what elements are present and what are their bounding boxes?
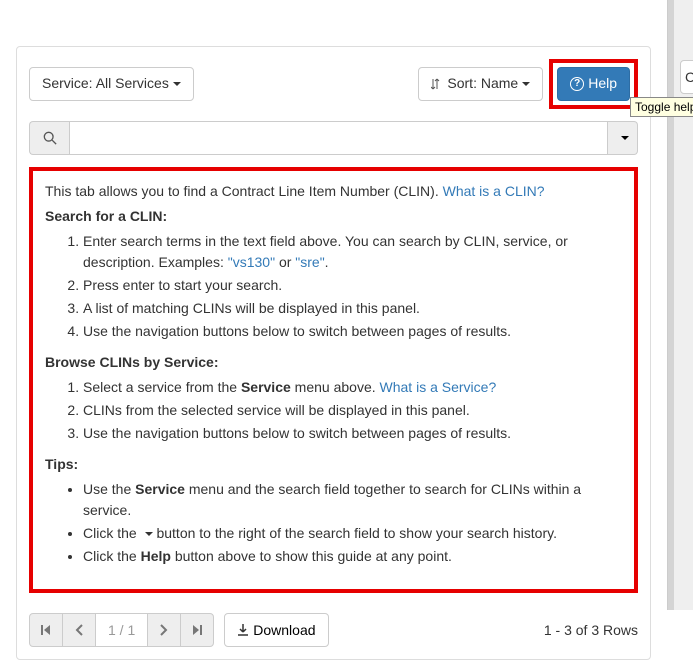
- sort-button[interactable]: Sort: Name: [418, 67, 543, 101]
- prev-page-button[interactable]: [62, 613, 96, 647]
- help-tip: Use the Service menu and the search fiel…: [83, 479, 622, 521]
- sort-icon: [431, 78, 443, 90]
- help-search-step: Use the navigation buttons below to swit…: [83, 321, 622, 342]
- chevron-right-icon: [160, 624, 168, 636]
- next-page-button[interactable]: [147, 613, 181, 647]
- download-label: Download: [253, 622, 315, 638]
- caret-down-icon: [173, 82, 181, 86]
- help-label: Help: [588, 74, 617, 94]
- service-filter-label: Service: All Services: [42, 74, 169, 94]
- help-tips-heading: Tips:: [45, 456, 78, 472]
- download-button[interactable]: Download: [224, 613, 328, 647]
- sort-label: Sort: Name: [447, 74, 518, 94]
- help-browse-heading: Browse CLINs by Service:: [45, 354, 219, 370]
- search-history-dropdown[interactable]: [608, 121, 638, 155]
- toolbar: Service: All Services Sort: Name ? Help: [29, 59, 638, 109]
- step-backward-icon: [41, 624, 51, 636]
- search-icon: [43, 131, 57, 145]
- search-bar: [29, 121, 638, 155]
- footer-bar: 1 / 1 Download 1 - 3 of 3 Rows: [29, 613, 638, 647]
- caret-down-icon: [621, 136, 629, 140]
- caret-down-icon: [145, 532, 153, 536]
- help-tip: Click the Help button above to show this…: [83, 546, 622, 567]
- service-filter-button[interactable]: Service: All Services: [29, 67, 194, 101]
- step-forward-icon: [192, 624, 202, 636]
- help-content-box: This tab allows you to find a Contract L…: [29, 167, 638, 593]
- what-is-clin-link[interactable]: What is a CLIN?: [443, 183, 545, 199]
- rows-count: 1 - 3 of 3 Rows: [544, 622, 638, 638]
- example-link-1[interactable]: "vs130": [228, 254, 275, 270]
- help-search-step: Press enter to start your search.: [83, 275, 622, 296]
- pagination: 1 / 1: [29, 613, 214, 647]
- download-icon: [237, 624, 249, 636]
- last-page-button[interactable]: [180, 613, 214, 647]
- help-tip: Click the button to the right of the sea…: [83, 523, 622, 544]
- search-input[interactable]: [69, 121, 608, 155]
- help-browse-step: Use the navigation buttons below to swit…: [83, 423, 622, 444]
- clear-button-partial[interactable]: Cle: [680, 60, 693, 94]
- help-intro-text: This tab allows you to find a Contract L…: [45, 183, 443, 199]
- help-browse-step: Select a service from the Service menu a…: [83, 377, 622, 398]
- help-search-step: Enter search terms in the text field abo…: [83, 231, 622, 273]
- help-search-step: A list of matching CLINs will be display…: [83, 298, 622, 319]
- what-is-service-link[interactable]: What is a Service?: [380, 379, 497, 395]
- help-browse-step: CLINs from the selected service will be …: [83, 400, 622, 421]
- help-highlight-box: ? Help: [549, 59, 638, 109]
- example-link-2[interactable]: "sre": [295, 254, 324, 270]
- caret-down-icon: [522, 82, 530, 86]
- help-search-heading: Search for a CLIN:: [45, 208, 167, 224]
- chevron-left-icon: [75, 624, 83, 636]
- first-page-button[interactable]: [29, 613, 63, 647]
- question-circle-icon: ?: [570, 77, 584, 91]
- help-tooltip: Toggle help te: [630, 97, 693, 117]
- help-button[interactable]: ? Help: [557, 67, 630, 101]
- page-indicator: 1 / 1: [95, 613, 148, 647]
- search-button[interactable]: [29, 121, 69, 155]
